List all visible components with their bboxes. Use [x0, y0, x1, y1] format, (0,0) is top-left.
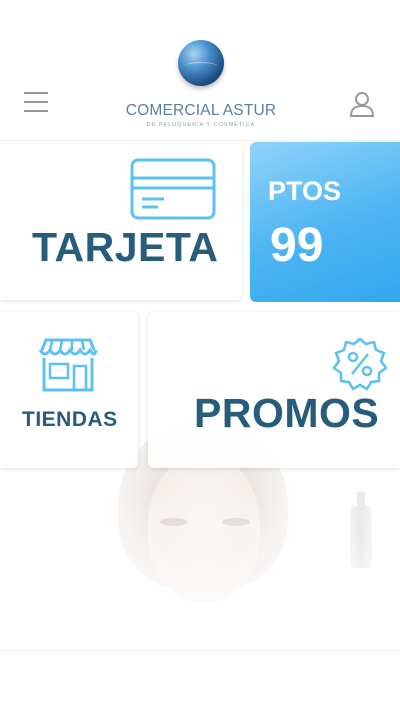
promos-tile[interactable]: PROMOS — [148, 312, 400, 468]
footer-divider — [0, 650, 400, 651]
app-header: COMERCIAL ASTUR DE PELUQUERÍA Y COSMÉTIC… — [0, 0, 400, 140]
user-account-button[interactable] — [348, 90, 376, 118]
hamburger-icon — [24, 92, 48, 94]
store-icon — [38, 338, 98, 392]
tiendas-tile[interactable]: TIENDAS — [0, 312, 138, 468]
credit-card-icon — [130, 158, 216, 220]
tiendas-label: TIENDAS — [22, 408, 118, 431]
brand-logo: COMERCIAL ASTUR DE PELUQUERÍA Y COSMÉTIC… — [118, 40, 284, 132]
user-icon — [349, 92, 375, 117]
brand-tagline: DE PELUQUERÍA Y COSMÉTICA — [146, 122, 256, 128]
header-divider — [0, 140, 400, 141]
tarjeta-tile[interactable]: TARJETA — [0, 144, 242, 300]
menu-button[interactable] — [24, 92, 48, 114]
promos-label: PROMOS — [194, 390, 380, 436]
points-tile[interactable]: PTOS 99 — [250, 142, 400, 302]
points-value: 99 — [270, 219, 324, 272]
discount-badge-icon — [332, 337, 388, 391]
tarjeta-label: TARJETA — [32, 224, 219, 270]
brand-name: COMERCIAL ASTUR — [125, 102, 277, 119]
globe-logo-icon — [178, 40, 224, 86]
points-label: PTOS — [268, 176, 342, 206]
